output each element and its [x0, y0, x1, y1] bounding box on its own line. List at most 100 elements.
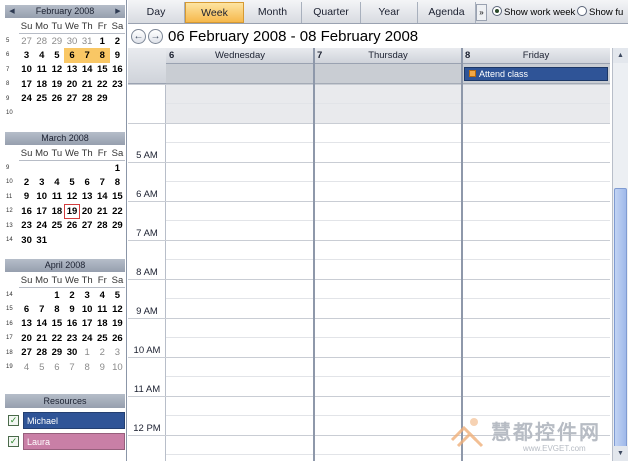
calendar-day[interactable]: 9	[110, 48, 125, 63]
calendar-day[interactable]: 22	[110, 204, 125, 219]
calendar-day[interactable]: 20	[19, 331, 34, 346]
calendar-day[interactable]: 4	[49, 175, 64, 190]
calendar-day[interactable]: 21	[95, 204, 110, 219]
time-slot[interactable]	[462, 162, 610, 201]
calendar-day[interactable]: 16	[19, 204, 34, 219]
calendar-day[interactable]: 26	[49, 92, 64, 107]
time-slot[interactable]	[314, 162, 462, 201]
calendar-day[interactable]: 1	[110, 161, 125, 176]
all-day-area[interactable]	[314, 64, 462, 84]
radio-selected-icon[interactable]	[492, 6, 502, 16]
time-slot[interactable]	[462, 357, 610, 396]
calendar-day[interactable]: 30	[19, 233, 34, 248]
vertical-scrollbar[interactable]: ▲ ▼	[612, 48, 628, 461]
calendar-day[interactable]: 25	[49, 219, 64, 234]
tab-year[interactable]: Year	[361, 2, 418, 23]
calendar-day[interactable]: 28	[95, 219, 110, 234]
tab-agenda[interactable]: Agenda	[418, 2, 476, 23]
time-slot[interactable]	[314, 84, 462, 123]
calendar-day[interactable]: 12	[64, 190, 79, 205]
calendar-day[interactable]: 26	[64, 219, 79, 234]
resource-name[interactable]: Laura	[23, 433, 125, 450]
calendar-day[interactable]: 6	[19, 302, 34, 317]
calendar-day[interactable]: 22	[95, 77, 110, 92]
calendar-day[interactable]: 1	[95, 34, 110, 49]
radio-unselected-icon[interactable]	[577, 6, 587, 16]
time-slot[interactable]	[166, 162, 314, 201]
show-full-week-option[interactable]: Show fu	[577, 6, 623, 20]
calendar-day[interactable]: 12	[49, 63, 64, 78]
calendar-day[interactable]: 19	[110, 317, 125, 332]
calendar-day[interactable]: 8	[94, 48, 110, 63]
calendar-day[interactable]: 14	[34, 317, 49, 332]
calendar-day[interactable]: 18	[95, 317, 110, 332]
calendar-day[interactable]: 5	[64, 175, 79, 190]
calendar-day[interactable]: 7	[34, 302, 49, 317]
calendar-day[interactable]: 2	[110, 34, 125, 49]
triangle-left-icon[interactable]: ◀	[7, 5, 17, 18]
calendar-day[interactable]: 8	[49, 302, 64, 317]
calendar-day[interactable]: 15	[110, 190, 125, 205]
calendar-day[interactable]: 15	[49, 317, 64, 332]
calendar-day[interactable]: 10	[110, 360, 125, 375]
calendar-day[interactable]: 15	[95, 63, 110, 78]
calendar-day[interactable]: 6	[80, 175, 95, 190]
day-header[interactable]: 8 Friday	[462, 48, 610, 64]
calendar-day[interactable]: 13	[80, 190, 95, 205]
calendar-day[interactable]: 28	[34, 346, 49, 361]
calendar-day[interactable]: 7	[95, 175, 110, 190]
time-slot[interactable]	[314, 396, 462, 435]
all-day-area[interactable]	[166, 64, 314, 84]
time-slot[interactable]	[166, 318, 314, 357]
calendar-day[interactable]: 29	[49, 34, 64, 49]
calendar-day[interactable]: 23	[64, 331, 79, 346]
triangle-right-icon[interactable]: ▶	[113, 5, 123, 18]
time-slot[interactable]	[166, 435, 314, 461]
calendar-day[interactable]: 3	[19, 48, 34, 63]
time-slot[interactable]	[166, 279, 314, 318]
calendar-day[interactable]: 24	[80, 331, 95, 346]
calendar-day[interactable]: 14	[95, 190, 110, 205]
calendar-day[interactable]: 6	[64, 48, 80, 63]
event-attend-class[interactable]: Attend class	[464, 67, 608, 81]
calendar-day[interactable]: 28	[34, 34, 49, 49]
scroll-up-icon[interactable]: ▲	[613, 48, 628, 63]
time-slot[interactable]	[462, 240, 610, 279]
calendar-day[interactable]: 28	[80, 92, 95, 107]
calendar-day[interactable]: 7	[64, 360, 79, 375]
calendar-day[interactable]: 10	[34, 190, 49, 205]
calendar-day[interactable]: 9	[19, 190, 34, 205]
time-slot[interactable]	[166, 396, 314, 435]
calendar-day[interactable]: 9	[95, 360, 110, 375]
calendar-day[interactable]: 4	[34, 48, 49, 63]
calendar-day[interactable]: 6	[49, 360, 64, 375]
calendar-day[interactable]: 11	[49, 190, 64, 205]
arrow-left-icon[interactable]: ←	[131, 29, 146, 44]
calendar-day[interactable]: 2	[64, 288, 79, 303]
calendar-day[interactable]: 29	[49, 346, 64, 361]
calendar-day[interactable]: 8	[110, 175, 125, 190]
double-chevron-down-icon[interactable]: »	[476, 4, 487, 21]
time-slot[interactable]	[166, 84, 314, 123]
calendar-day[interactable]: 29	[95, 92, 110, 107]
tab-quarter[interactable]: Quarter	[302, 2, 361, 23]
calendar-day[interactable]: 18	[34, 77, 49, 92]
time-slot[interactable]	[166, 201, 314, 240]
calendar-day[interactable]: 11	[95, 302, 110, 317]
calendar-day[interactable]: 3	[110, 346, 125, 361]
calendar-day[interactable]: 25	[95, 331, 110, 346]
calendar-day[interactable]: 4	[95, 288, 110, 303]
calendar-day[interactable]: 20	[80, 204, 95, 219]
tab-week[interactable]: Week	[185, 2, 244, 23]
calendar-day[interactable]: 17	[80, 317, 95, 332]
calendar-day[interactable]: 29	[110, 219, 125, 234]
checkbox-checked-icon[interactable]: ✓	[8, 436, 19, 447]
calendar-day[interactable]: 12	[110, 302, 125, 317]
time-slot[interactable]	[166, 123, 314, 162]
arrow-right-icon[interactable]: →	[148, 29, 163, 44]
calendar-day[interactable]: 8	[80, 360, 95, 375]
calendar-day[interactable]: 31	[34, 233, 49, 248]
calendar-day[interactable]: 21	[34, 331, 49, 346]
calendar-day[interactable]: 13	[19, 317, 34, 332]
calendar-day[interactable]: 10	[19, 63, 34, 78]
